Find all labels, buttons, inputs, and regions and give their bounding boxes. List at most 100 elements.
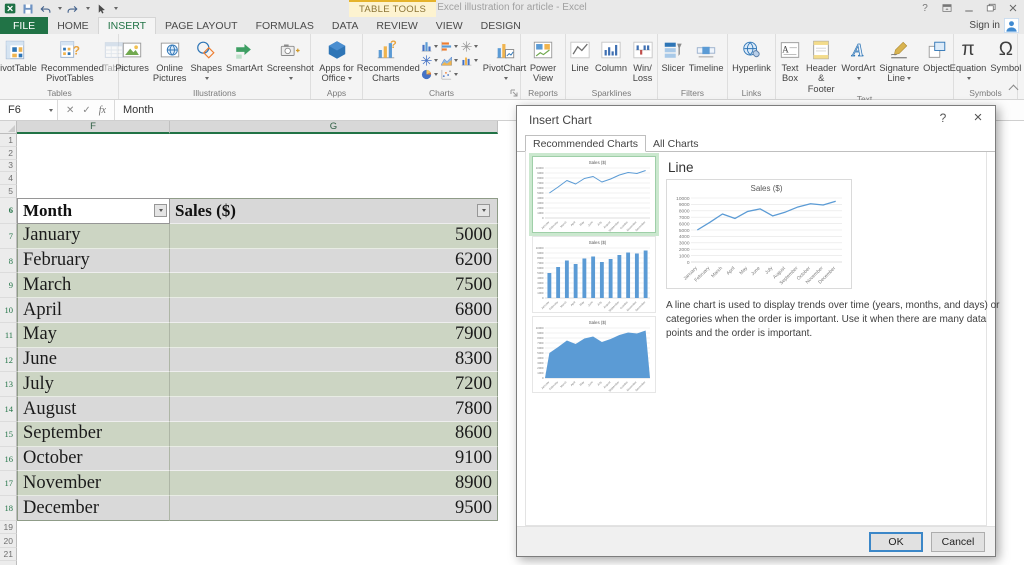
tab-all-charts[interactable]: All Charts xyxy=(646,135,706,151)
month-cell[interactable]: May xyxy=(17,322,170,348)
month-cell[interactable]: March xyxy=(17,273,170,299)
tab-home[interactable]: HOME xyxy=(48,17,98,34)
select-all-corner[interactable] xyxy=(0,121,17,134)
row-header[interactable]: 11 xyxy=(0,322,17,348)
chart-radar-dropdown[interactable] xyxy=(420,54,438,67)
row-header[interactable]: 15 xyxy=(0,421,17,447)
chart-bar-dropdown[interactable] xyxy=(440,40,458,53)
minimize-icon[interactable] xyxy=(962,1,976,15)
row-header[interactable]: 16 xyxy=(0,446,17,472)
signature-line-button[interactable]: Signature Line xyxy=(877,35,921,94)
wordart-button[interactable]: A WordArt xyxy=(839,35,877,94)
tab-view[interactable]: VIEW xyxy=(427,17,472,34)
row-header[interactable]: 13 xyxy=(0,372,17,398)
apps-for-office-button[interactable]: Apps for Office xyxy=(312,35,361,86)
sales-cell[interactable]: 5000 xyxy=(170,223,498,249)
dialog-title-bar[interactable]: Insert Chart ? × xyxy=(517,106,995,133)
sales-cell[interactable]: 8600 xyxy=(170,421,498,447)
column-header-f[interactable]: F xyxy=(17,121,170,134)
tab-design[interactable]: DESIGN xyxy=(472,17,530,34)
text-box-button[interactable]: A Text Box xyxy=(777,35,803,94)
sales-cell[interactable]: 9500 xyxy=(170,496,498,521)
row-header[interactable]: 12 xyxy=(0,347,17,373)
chart-combo-dropdown[interactable] xyxy=(460,54,478,67)
excel-logo-icon[interactable] xyxy=(4,2,17,15)
tab-file[interactable]: FILE xyxy=(0,17,49,34)
sales-filter-button[interactable] xyxy=(477,204,490,218)
sign-in[interactable]: Sign in xyxy=(969,17,1019,34)
confirm-entry-icon[interactable]: ✓ xyxy=(82,105,90,116)
online-pictures-button[interactable]: Online Pictures xyxy=(151,35,189,86)
row-header[interactable]: 9 xyxy=(0,273,17,299)
tab-insert[interactable]: INSERT xyxy=(97,17,157,34)
chart-scatter-dropdown[interactable] xyxy=(440,68,458,81)
sales-cell[interactable]: 8900 xyxy=(170,471,498,497)
screenshot-button[interactable]: Screenshot xyxy=(265,35,316,86)
timeline-button[interactable]: Timeline xyxy=(687,35,726,86)
month-cell[interactable]: June xyxy=(17,347,170,373)
name-box-caret[interactable] xyxy=(49,108,53,112)
ribbon-display-options-icon[interactable] xyxy=(940,1,954,15)
row-header[interactable]: 3 xyxy=(0,159,17,173)
close-icon[interactable] xyxy=(1006,1,1020,15)
symbol-button[interactable]: Ω Symbol xyxy=(988,35,1023,86)
table-header-month[interactable]: Month xyxy=(17,197,170,224)
dialog-close-icon[interactable]: × xyxy=(969,109,987,126)
row-header[interactable]: 6 xyxy=(0,197,17,224)
ok-button[interactable]: OK xyxy=(869,531,923,552)
recommended-charts-button[interactable]: ? Recommended Charts xyxy=(355,35,420,86)
month-cell[interactable]: January xyxy=(17,223,170,249)
redo-dropdown-caret[interactable] xyxy=(86,7,90,10)
month-cell[interactable]: April xyxy=(17,298,170,323)
power-view-button[interactable]: Power View xyxy=(522,35,564,86)
month-cell[interactable]: November xyxy=(17,471,170,497)
sales-cell[interactable]: 7200 xyxy=(170,372,498,398)
undo-dropdown-caret[interactable] xyxy=(58,7,62,10)
row-header[interactable]: 17 xyxy=(0,471,17,497)
column-button[interactable]: Column xyxy=(593,35,629,86)
row-header[interactable]: 5 xyxy=(0,185,17,198)
tab-page-layout[interactable]: PAGE LAYOUT xyxy=(156,17,247,34)
win-loss-button[interactable]: Win/ Loss xyxy=(629,35,656,86)
equation-button[interactable]: π Equation xyxy=(948,35,989,86)
sales-cell[interactable]: 7500 xyxy=(170,273,498,299)
tab-recommended-charts[interactable]: Recommended Charts xyxy=(525,135,647,152)
smartart-button[interactable]: SmartArt xyxy=(224,35,265,86)
sales-cell[interactable]: 9100 xyxy=(170,446,498,472)
chart-thumbnail-line[interactable]: Sales ($) 0 1000 2000 3000 4000 5000 6000 7000 80… xyxy=(529,153,659,236)
row-header[interactable]: 4 xyxy=(0,172,17,186)
dialog-launcher-icon[interactable] xyxy=(509,88,519,98)
month-cell[interactable]: August xyxy=(17,397,170,422)
chart-pie-dropdown[interactable] xyxy=(420,68,438,81)
shapes-button[interactable]: Shapes xyxy=(188,35,224,86)
column-header-g[interactable]: G xyxy=(170,121,498,134)
line-button[interactable]: Line xyxy=(567,35,593,86)
chart-area-dropdown[interactable] xyxy=(440,54,458,67)
row-header[interactable]: 14 xyxy=(0,397,17,422)
qat-customize-caret[interactable] xyxy=(114,7,118,10)
undo-icon[interactable] xyxy=(39,3,51,15)
chart-thumbnail-area[interactable]: Sales ($) 0 1000 2000 3000 4000 5000 6000 7000 80… xyxy=(532,316,656,393)
save-icon[interactable] xyxy=(22,3,34,15)
row-header[interactable]: 21 xyxy=(0,547,17,562)
row-header[interactable]: 10 xyxy=(0,298,17,323)
recommended-pivottables-button[interactable]: ? Recommended PivotTables xyxy=(39,35,104,86)
tab-review[interactable]: REVIEW xyxy=(367,17,426,34)
chart-column-dropdown[interactable] xyxy=(420,40,438,53)
table-header-sales[interactable]: Sales ($) xyxy=(170,197,498,224)
row-header[interactable]: 22 xyxy=(0,561,17,565)
restore-icon[interactable] xyxy=(984,1,998,15)
sales-cell[interactable]: 8300 xyxy=(170,347,498,373)
slicer-button[interactable]: Slicer xyxy=(659,35,686,86)
sales-cell[interactable]: 7900 xyxy=(170,322,498,348)
row-header[interactable]: 2 xyxy=(0,146,17,160)
header-footer-button[interactable]: Header & Footer xyxy=(803,35,839,94)
tab-data[interactable]: DATA xyxy=(323,17,367,34)
row-header[interactable]: 7 xyxy=(0,223,17,249)
month-filter-button[interactable] xyxy=(154,204,167,218)
month-cell[interactable]: October xyxy=(17,446,170,472)
hyperlink-button[interactable]: Hyperlink xyxy=(730,35,773,86)
redo-icon[interactable] xyxy=(67,3,79,15)
pointer-icon[interactable] xyxy=(95,3,107,15)
dialog-help-button[interactable]: ? xyxy=(935,111,951,125)
